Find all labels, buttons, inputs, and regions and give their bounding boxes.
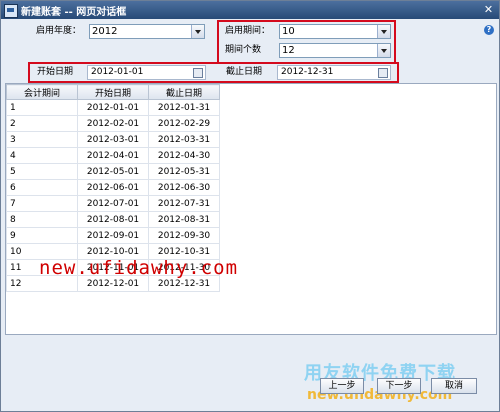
start-date-cell[interactable]: 2012-05-01 xyxy=(77,163,149,180)
watermark-url: new.ufidawhy.com xyxy=(39,257,239,279)
year-label: 启用年度： xyxy=(36,26,82,36)
table-row[interactable]: 3 2012-03-01 2012-03-31 xyxy=(6,131,220,148)
end-date-cell[interactable]: 2012-06-30 xyxy=(148,179,220,196)
year-select[interactable]: 2012 xyxy=(89,24,205,39)
end-date-cell[interactable]: 2012-01-31 xyxy=(148,99,220,116)
end-date-cell[interactable]: 2012-08-31 xyxy=(148,211,220,228)
start-date-cell[interactable]: 2012-08-01 xyxy=(77,211,149,228)
start-date-cell[interactable]: 2012-02-01 xyxy=(77,115,149,132)
period-count-label: 期间个数 xyxy=(225,45,262,55)
start-date-cell[interactable]: 2012-06-01 xyxy=(77,179,149,196)
period-count-select[interactable]: 12 xyxy=(279,43,391,58)
table-row[interactable]: 6 2012-06-01 2012-06-30 xyxy=(6,179,220,196)
table-row[interactable]: 4 2012-04-01 2012-04-30 xyxy=(6,147,220,164)
table-row[interactable]: 5 2012-05-01 2012-05-31 xyxy=(6,163,220,180)
end-date-cell[interactable]: 2012-03-31 xyxy=(148,131,220,148)
period-number-cell[interactable]: 5 xyxy=(6,163,78,180)
period-number-cell[interactable]: 7 xyxy=(6,195,78,212)
cancel-button[interactable]: 取消 xyxy=(431,378,477,394)
period-count-value: 12 xyxy=(282,45,295,56)
start-date-value: 2012-01-01 xyxy=(91,67,144,77)
start-date-cell[interactable]: 2012-04-01 xyxy=(77,147,149,164)
start-date-cell[interactable]: 2012-03-01 xyxy=(77,131,149,148)
year-value: 2012 xyxy=(92,26,118,37)
chevron-down-icon[interactable] xyxy=(377,44,390,57)
start-date-field[interactable]: 2012-01-01 xyxy=(87,65,206,80)
period-select[interactable]: 10 xyxy=(279,24,391,39)
end-date-value: 2012-12-31 xyxy=(281,67,334,77)
start-date-cell[interactable]: 2012-01-01 xyxy=(77,99,149,116)
column-header-start[interactable]: 开始日期 xyxy=(77,84,149,100)
chevron-down-icon[interactable] xyxy=(377,25,390,38)
period-label: 启用期间： xyxy=(225,26,271,36)
end-date-label: 截止日期 xyxy=(226,67,263,77)
period-value: 10 xyxy=(282,26,295,37)
prev-button[interactable]: 上一步 xyxy=(320,378,364,394)
chevron-down-icon[interactable] xyxy=(191,25,204,38)
end-date-cell[interactable]: 2012-09-30 xyxy=(148,227,220,244)
start-date-cell[interactable]: 2012-07-01 xyxy=(77,195,149,212)
close-icon[interactable]: ✕ xyxy=(482,3,495,16)
period-number-cell[interactable]: 4 xyxy=(6,147,78,164)
start-date-cell[interactable]: 2012-09-01 xyxy=(77,227,149,244)
period-number-cell[interactable]: 9 xyxy=(6,227,78,244)
period-number-cell[interactable]: 2 xyxy=(6,115,78,132)
end-date-cell[interactable]: 2012-04-30 xyxy=(148,147,220,164)
period-number-cell[interactable]: 6 xyxy=(6,179,78,196)
table-row[interactable]: 2 2012-02-01 2012-02-29 xyxy=(6,115,220,132)
end-date-cell[interactable]: 2012-02-29 xyxy=(148,115,220,132)
calendar-icon[interactable] xyxy=(378,68,388,78)
period-number-cell[interactable]: 3 xyxy=(6,131,78,148)
period-grid: 会计期间 开始日期 截止日期 1 2012-01-01 2012-01-31 2 201… xyxy=(5,83,497,335)
app-icon xyxy=(4,4,18,18)
column-header-end[interactable]: 截止日期 xyxy=(148,84,220,100)
table-row[interactable]: 1 2012-01-01 2012-01-31 xyxy=(6,99,220,116)
window-title: 新建账套 -- 网页对话框 xyxy=(21,7,127,18)
table-row[interactable]: 9 2012-09-01 2012-09-30 xyxy=(6,227,220,244)
start-date-label: 开始日期 xyxy=(37,67,74,77)
period-number-cell[interactable]: 1 xyxy=(6,99,78,116)
dialog-window: 新建账套 -- 网页对话框 ✕ ? 启用年度： 2012 启用期间： 10 期间… xyxy=(0,0,500,412)
end-date-cell[interactable]: 2012-07-31 xyxy=(148,195,220,212)
table-row[interactable]: 8 2012-08-01 2012-08-31 xyxy=(6,211,220,228)
help-icon[interactable]: ? xyxy=(484,25,494,35)
next-button[interactable]: 下一步 xyxy=(377,378,421,394)
calendar-icon[interactable] xyxy=(193,68,203,78)
end-date-field[interactable]: 2012-12-31 xyxy=(277,65,391,80)
period-number-cell[interactable]: 8 xyxy=(6,211,78,228)
title-bar[interactable]: 新建账套 -- 网页对话框 ✕ xyxy=(1,1,499,19)
column-header-period[interactable]: 会计期间 xyxy=(6,84,78,100)
end-date-cell[interactable]: 2012-05-31 xyxy=(148,163,220,180)
table-row[interactable]: 7 2012-07-01 2012-07-31 xyxy=(6,195,220,212)
